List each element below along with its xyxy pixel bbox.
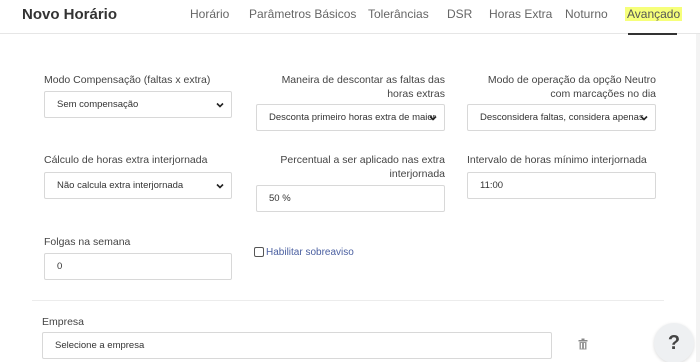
modo-compensacao-value: Sem compensação (57, 99, 139, 110)
trash-icon[interactable] (578, 338, 588, 350)
scrollbar-track[interactable] (696, 34, 700, 362)
habilitar-sobreaviso-checkbox[interactable] (254, 247, 264, 257)
window: Novo Horário Horário Parâmetros Básicos … (0, 0, 700, 362)
topbar: Novo Horário Horário Parâmetros Básicos … (0, 0, 700, 35)
empresa-placeholder: Selecione a empresa (55, 340, 145, 351)
section-divider (32, 300, 664, 301)
maneira-descontar-value: Desconta primeiro horas extra de maior (269, 112, 436, 123)
chevron-down-icon (216, 102, 224, 108)
tab-dsr[interactable]: DSR (447, 7, 472, 21)
modo-operacao-neutro-value: Desconsidera faltas, considera apenas (480, 112, 644, 123)
folgas-semana-input[interactable]: 0 (44, 253, 232, 280)
folgas-semana-value: 0 (57, 261, 63, 272)
calculo-extra-interjornada-value: Não calcula extra interjornada (57, 180, 184, 191)
tab-noturno[interactable]: Noturno (565, 7, 608, 21)
page-title: Novo Horário (22, 6, 118, 23)
percentual-extra-interjornada-label: Percentual a ser aplicado nas extra inte… (280, 154, 445, 180)
tab-tolerancias[interactable]: Tolerâncias (368, 7, 429, 21)
help-button[interactable]: ? (654, 323, 694, 362)
active-tab-indicator (628, 33, 677, 35)
calculo-extra-interjornada-select[interactable]: Não calcula extra interjornada (44, 172, 232, 199)
modo-operacao-neutro-label: Modo de operação da opção Neutro com mar… (487, 74, 656, 100)
calculo-extra-interjornada-label: Cálculo de horas extra interjornada (44, 154, 208, 166)
maneira-descontar-label: Maneira de descontar as faltas das horas… (281, 74, 445, 100)
modo-compensacao-label: Modo Compensação (faltas x extra) (44, 74, 211, 86)
intervalo-minimo-interjornada-value: 11:00 (480, 180, 504, 191)
habilitar-sobreaviso-label[interactable]: Habilitar sobreaviso (266, 246, 354, 260)
maneira-descontar-select[interactable]: Desconta primeiro horas extra de maior (256, 104, 445, 131)
folgas-semana-label: Folgas na semana (44, 236, 131, 248)
chevron-down-icon (429, 115, 437, 121)
modo-compensacao-select[interactable]: Sem compensação (44, 91, 232, 118)
empresa-label: Empresa (42, 316, 85, 328)
percentual-extra-interjornada-value: 50 % (269, 193, 291, 204)
modo-operacao-neutro-select[interactable]: Desconsidera faltas, considera apenas (467, 104, 656, 131)
intervalo-minimo-interjornada-label: Intervalo de horas mínimo interjornada (467, 154, 647, 166)
chevron-down-icon (640, 115, 648, 121)
tab-horas-extra[interactable]: Horas Extra (489, 7, 552, 21)
empresa-select[interactable]: Selecione a empresa (42, 332, 552, 359)
chevron-down-icon (216, 183, 224, 189)
intervalo-minimo-interjornada-input[interactable]: 11:00 (467, 172, 656, 199)
help-icon: ? (667, 332, 681, 354)
percentual-extra-interjornada-input[interactable]: 50 % (256, 185, 445, 212)
tab-parametros-basicos[interactable]: Parâmetros Básicos (249, 7, 356, 21)
tab-avancado[interactable]: Avançado (625, 7, 683, 21)
tab-horario[interactable]: Horário (190, 7, 229, 21)
